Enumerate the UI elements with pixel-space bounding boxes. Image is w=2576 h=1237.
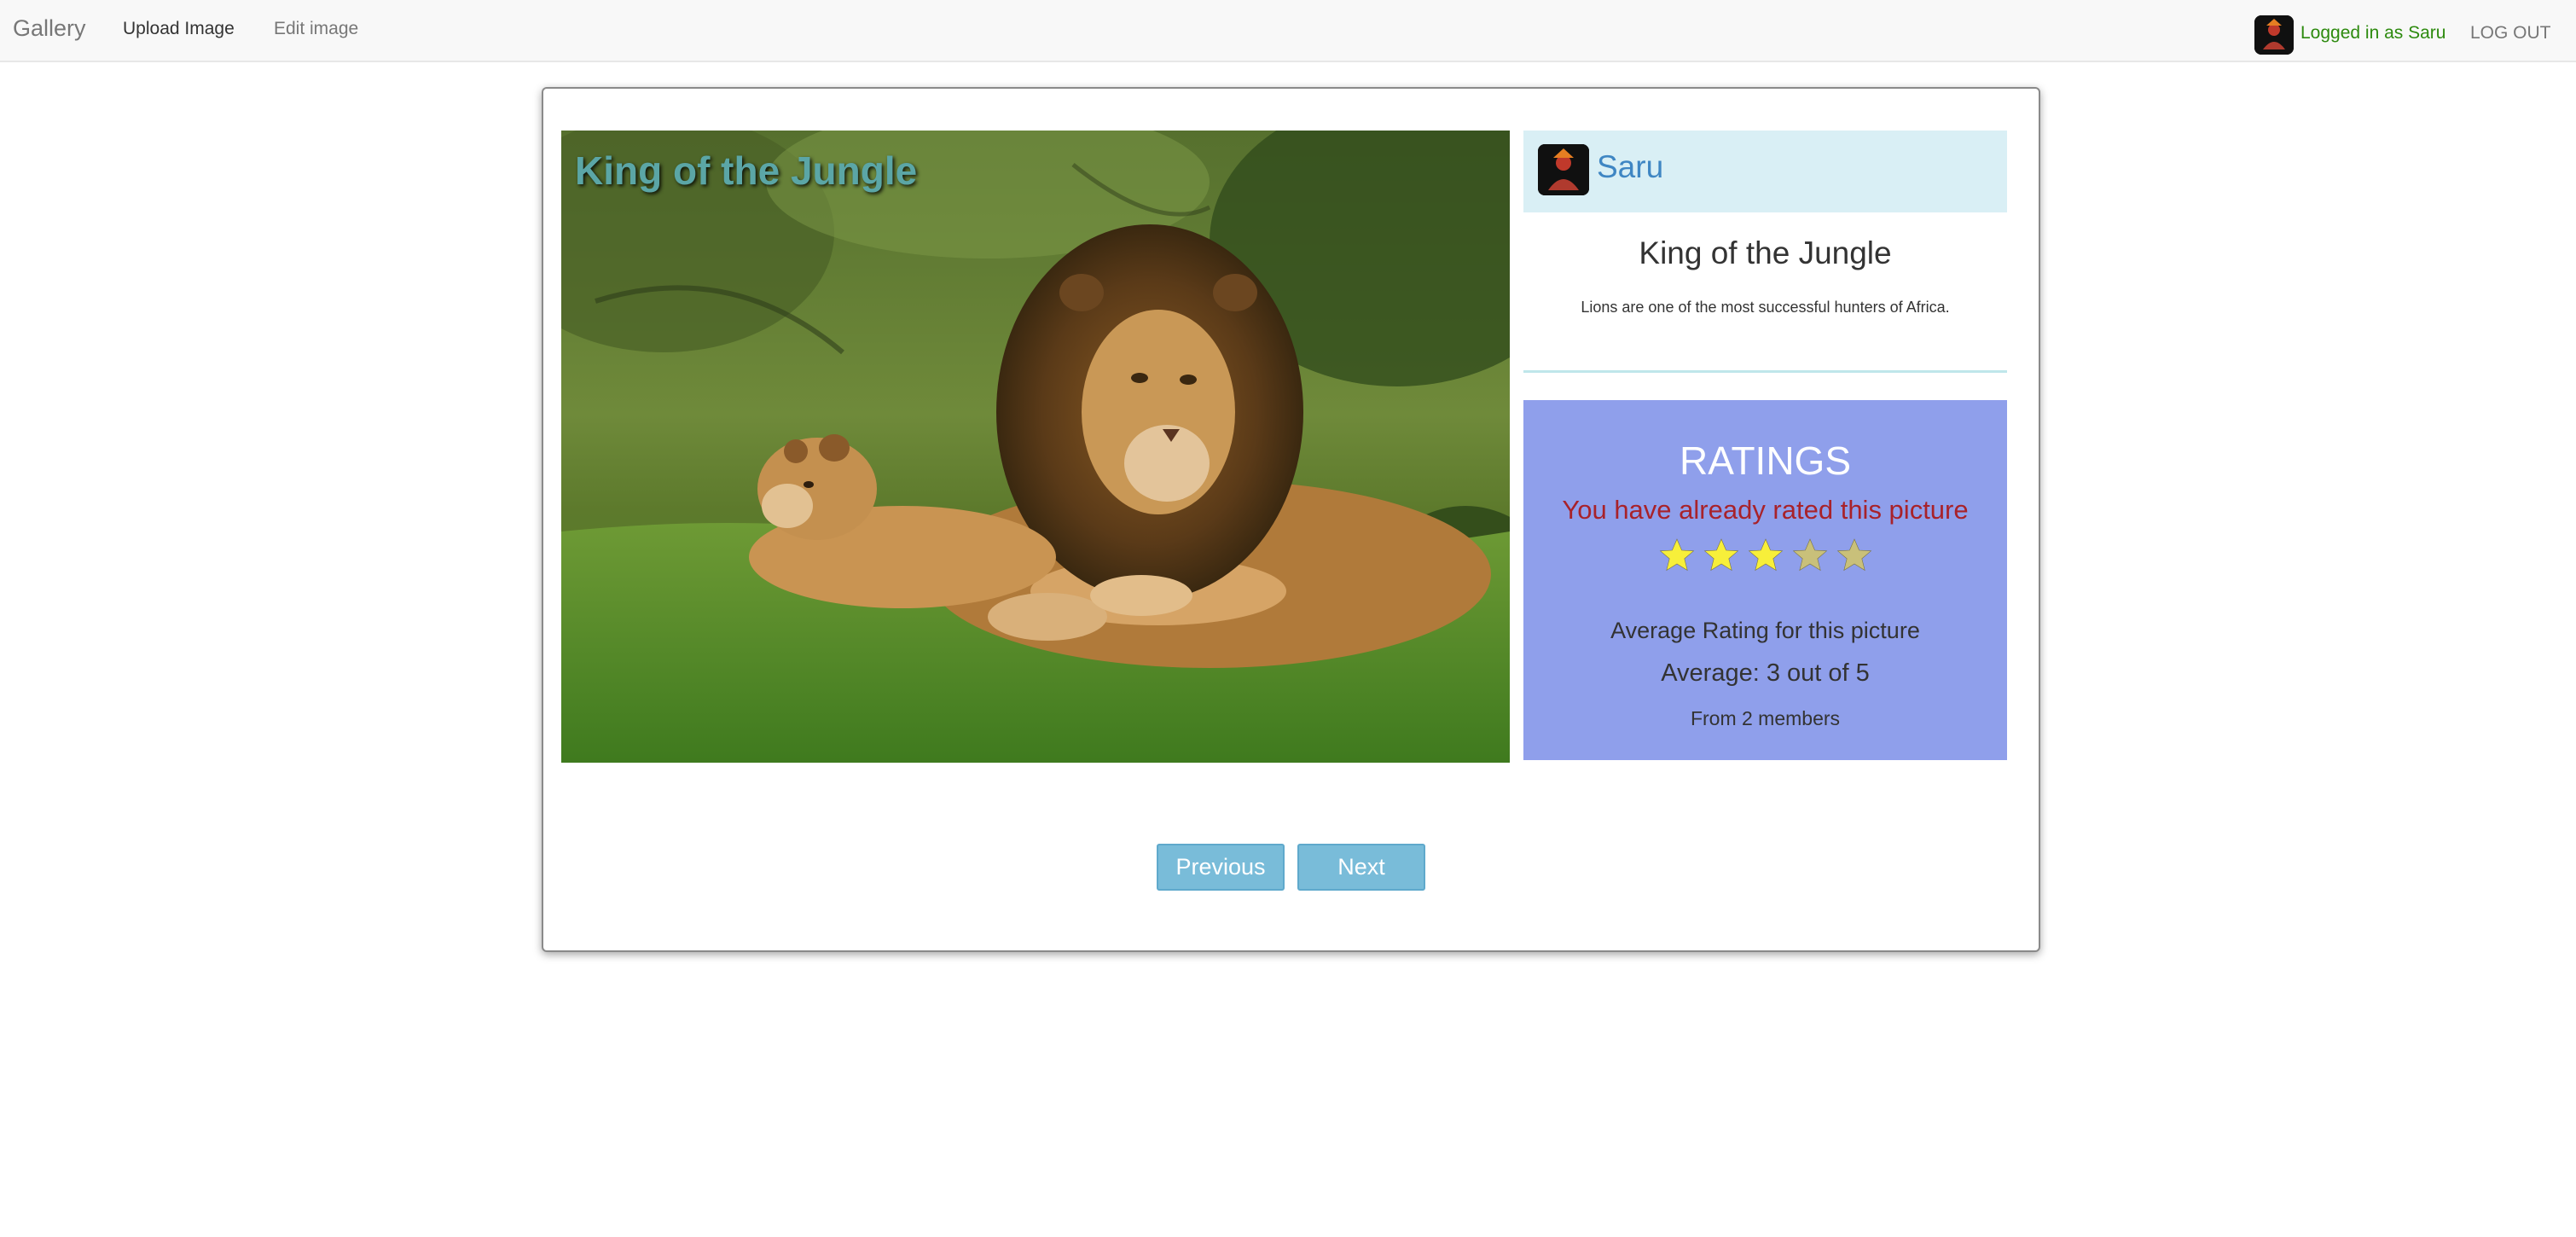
ratings-box: RATINGS You have already rated this pict… — [1523, 400, 2007, 760]
logout-link[interactable]: LOG OUT — [2470, 23, 2551, 44]
star-icon — [1658, 537, 1696, 574]
star-rating — [1523, 537, 2007, 578]
user-avatar-icon[interactable] — [1538, 144, 1589, 195]
ratings-heading: RATINGS — [1679, 438, 1852, 483]
next-button[interactable]: Next — [1297, 844, 1425, 891]
star-icon — [1747, 537, 1784, 574]
brand-link[interactable]: Gallery — [13, 15, 86, 42]
upload-image-link[interactable]: Upload Image — [123, 19, 235, 39]
logged-in-status: Logged in as Saru — [2300, 23, 2446, 43]
photo-overlay-title: King of the Jungle — [575, 148, 918, 193]
rating-members-count: From 2 members — [1690, 707, 1841, 729]
user-avatar-icon[interactable] — [2254, 15, 2294, 55]
star-icon — [1703, 537, 1740, 574]
already-rated-message: You have already rated this picture — [1562, 495, 1969, 525]
gallery-photo: King of the Jungle — [561, 131, 1510, 763]
average-rating-value: Average: 3 out of 5 — [1661, 659, 1870, 687]
edit-image-link[interactable]: Edit image — [274, 19, 358, 39]
section-divider — [1523, 370, 2007, 373]
star-icon — [1836, 537, 1873, 574]
author-header: Saru — [1523, 131, 2007, 212]
picture-title: King of the Jungle — [1639, 235, 1892, 270]
author-name-link[interactable]: Saru — [1597, 149, 1663, 185]
top-navbar: Gallery Upload Image Edit image Logged i… — [0, 0, 2576, 62]
previous-button[interactable]: Previous — [1157, 844, 1285, 891]
star-icon — [1791, 537, 1829, 574]
average-rating-heading: Average Rating for this picture — [1610, 618, 1920, 643]
picture-description: Lions are one of the most successful hun… — [1581, 299, 1950, 316]
